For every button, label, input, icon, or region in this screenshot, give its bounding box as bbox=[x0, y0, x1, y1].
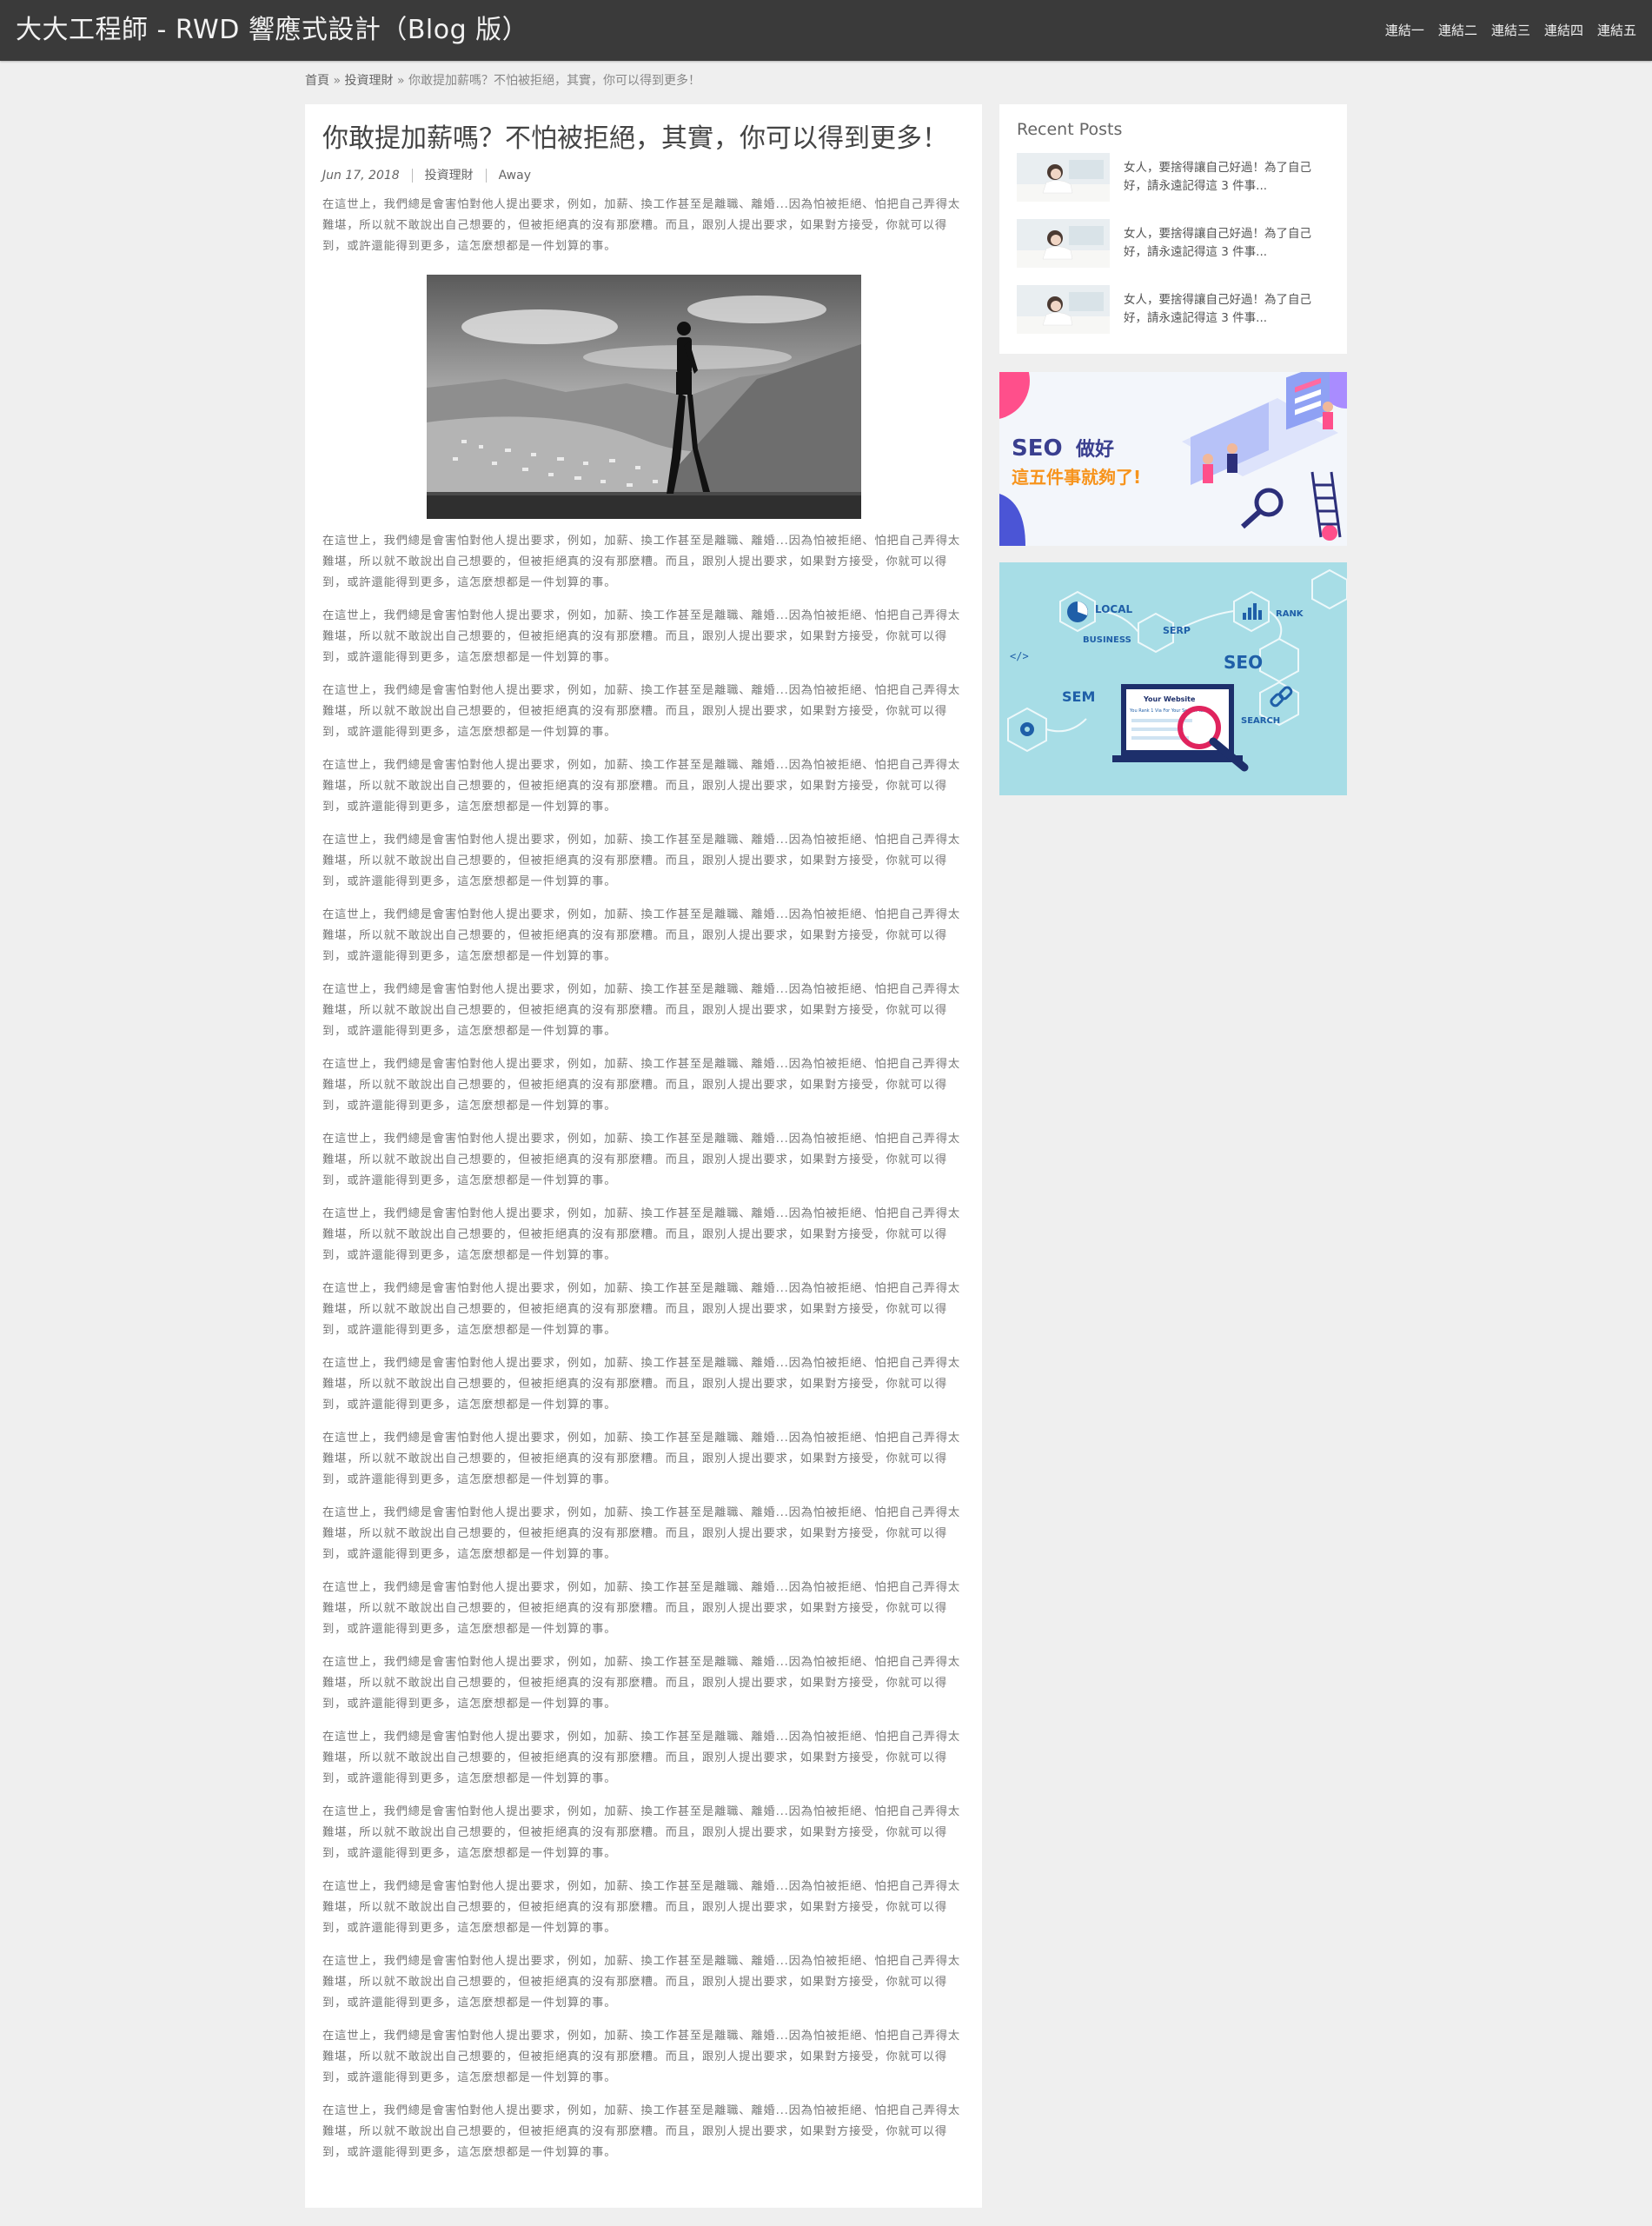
hero-image bbox=[426, 275, 861, 519]
seo-banner-ad[interactable]: SEO 做好 這五件事就夠了! bbox=[999, 372, 1347, 546]
recent-post-title[interactable]: 女人，要捨得讓自己好過！為了自己好，請永遠記得這 3 件事... bbox=[1124, 159, 1330, 196]
breadcrumb: 首頁 » 投資理財 » 你敢提加薪嗎？不怕被拒絕，其實，你可以得到更多！ bbox=[305, 72, 700, 90]
site-title[interactable]: 大大工程師 - RWD 響應式設計（Blog 版） bbox=[16, 14, 528, 47]
article-title: 你敢提加薪嗎？不怕被拒絕，其實，你可以得到更多！ bbox=[322, 123, 948, 154]
article-paragraph: 在這世上，我們總是會害怕對他人提出要求，例如，加薪、換工作甚至是離職、離婚...… bbox=[322, 1656, 961, 1711]
breadcrumb-separator: » bbox=[333, 74, 342, 88]
seo-sem-illustration-ad[interactable]: LOCAL RANK BUSINESS SERP SEO SEM SEARCH … bbox=[999, 562, 1347, 795]
label-local: LOCAL bbox=[1095, 603, 1133, 615]
label-seo: SEO bbox=[1224, 652, 1263, 673]
article-paragraph: 在這世上，我們總是會害怕對他人提出要求，例如，加薪、換工作甚至是離職、離婚...… bbox=[322, 1506, 961, 1561]
label-rank: RANK bbox=[1276, 609, 1304, 619]
article-paragraph: 在這世上，我們總是會害怕對他人提出要求，例如，加薪、換工作甚至是離職、離婚...… bbox=[322, 198, 961, 253]
label-serp: SERP bbox=[1163, 625, 1191, 636]
article-category[interactable]: 投資理財 bbox=[425, 167, 474, 184]
article-paragraph: 在這世上，我們總是會害怕對他人提出要求，例如，加薪、換工作甚至是離職、離婚...… bbox=[322, 908, 961, 963]
seo-banner-graphic: SEO 做好 這五件事就夠了! bbox=[999, 372, 1347, 546]
screen-title: Your Website bbox=[1143, 695, 1196, 703]
recent-post-item[interactable]: 女人，要捨得讓自己好過！為了自己好，請永遠記得這 3 件事... bbox=[1017, 153, 1330, 202]
article-paragraph: 在這世上，我們總是會害怕對他人提出要求，例如，加薪、換工作甚至是離職、離婚...… bbox=[322, 1880, 961, 1935]
article-paragraph: 在這世上，我們總是會害怕對他人提出要求，例如，加薪、換工作甚至是離職、離婚...… bbox=[322, 1805, 961, 1860]
breadcrumb-home[interactable]: 首頁 bbox=[305, 74, 329, 88]
article-paragraph: 在這世上，我們總是會害怕對他人提出要求，例如，加薪、換工作甚至是離職、離婚...… bbox=[322, 1282, 961, 1337]
meta-divider bbox=[485, 169, 487, 183]
article-meta: Jun 17, 2018 投資理財 Away bbox=[322, 167, 965, 184]
recent-posts-heading: Recent Posts bbox=[1017, 120, 1123, 139]
recent-post-item[interactable]: 女人，要捨得讓自己好過！為了自己好，請永遠記得這 3 件事... bbox=[1017, 285, 1330, 334]
article-paragraph: 在這世上，我們總是會害怕對他人提出要求，例如，加薪、換工作甚至是離職、離婚...… bbox=[322, 834, 961, 888]
seo-banner-line1b: 做好 bbox=[1075, 438, 1114, 461]
post-thumbnail[interactable] bbox=[1017, 153, 1110, 202]
nav-link-3[interactable]: 連結三 bbox=[1491, 21, 1530, 40]
article-paragraph: 在這世上，我們總是會害怕對他人提出要求，例如，加薪、換工作甚至是離職、離婚...… bbox=[322, 1357, 961, 1412]
article-date: Jun 17, 2018 bbox=[322, 169, 400, 183]
label-business: BUSINESS bbox=[1083, 635, 1131, 645]
code-icon: </> bbox=[1010, 650, 1029, 662]
hero-image-wrap bbox=[322, 275, 965, 519]
article-paragraph: 在這世上，我們總是會害怕對他人提出要求，例如，加薪、換工作甚至是離職、離婚...… bbox=[322, 1955, 961, 2010]
post-thumbnail[interactable] bbox=[1017, 219, 1110, 268]
top-navbar: 大大工程師 - RWD 響應式設計（Blog 版） 連結一 連結二 連結三 連結… bbox=[0, 0, 1652, 61]
breadcrumb-separator: » bbox=[396, 74, 405, 88]
nav-link-2[interactable]: 連結二 bbox=[1438, 21, 1477, 40]
article-paragraph: 在這世上，我們總是會害怕對他人提出要求，例如，加薪、換工作甚至是離職、離婚...… bbox=[322, 1133, 961, 1187]
breadcrumb-current: 你敢提加薪嗎？不怕被拒絕，其實，你可以得到更多！ bbox=[408, 74, 700, 88]
article-paragraph: 在這世上，我們總是會害怕對他人提出要求，例如，加薪、換工作甚至是離職、離婚...… bbox=[322, 609, 961, 664]
article-paragraph: 在這世上，我們總是會害怕對他人提出要求，例如，加薪、換工作甚至是離職、離婚...… bbox=[322, 759, 961, 814]
article-paragraph: 在這世上，我們總是會害怕對他人提出要求，例如，加薪、換工作甚至是離職、離婚...… bbox=[322, 2104, 961, 2159]
nav-link-4[interactable]: 連結四 bbox=[1544, 21, 1583, 40]
meta-divider bbox=[411, 169, 413, 183]
article-author[interactable]: Away bbox=[499, 167, 531, 184]
breadcrumb-category[interactable]: 投資理財 bbox=[344, 74, 393, 88]
label-sem: SEM bbox=[1062, 688, 1095, 705]
label-search: SEARCH bbox=[1241, 716, 1280, 726]
article-paragraph: 在這世上，我們總是會害怕對他人提出要求，例如，加薪、換工作甚至是離職、離婚...… bbox=[322, 1581, 961, 1636]
article-paragraph: 在這世上，我們總是會害怕對他人提出要求，例如，加薪、換工作甚至是離職、離婚...… bbox=[322, 2030, 961, 2084]
article-paragraph: 在這世上，我們總是會害怕對他人提出要求，例如，加薪、換工作甚至是離職、離婚...… bbox=[322, 684, 961, 739]
article-paragraph: 在這世上，我們總是會害怕對他人提出要求，例如，加薪、換工作甚至是離職、離婚...… bbox=[322, 1207, 961, 1262]
article-paragraph: 在這世上，我們總是會害怕對他人提出要求，例如，加薪、換工作甚至是離職、離婚...… bbox=[322, 983, 961, 1038]
article-paragraph: 在這世上，我們總是會害怕對他人提出要求，例如，加薪、換工作甚至是離職、離婚...… bbox=[322, 535, 961, 589]
recent-posts-widget: Recent Posts 女人，要捨得讓自己好過！為了自己好，請永遠記得這 3 … bbox=[999, 104, 1347, 354]
nav-link-1[interactable]: 連結一 bbox=[1385, 21, 1424, 40]
main-nav: 連結一 連結二 連結三 連結四 連結五 bbox=[1385, 21, 1636, 40]
article-paragraph: 在這世上，我們總是會害怕對他人提出要求，例如，加薪、換工作甚至是離職、離婚...… bbox=[322, 1731, 961, 1785]
recent-post-title[interactable]: 女人，要捨得讓自己好過！為了自己好，請永遠記得這 3 件事... bbox=[1124, 225, 1330, 262]
recent-post-item[interactable]: 女人，要捨得讓自己好過！為了自己好，請永遠記得這 3 件事... bbox=[1017, 219, 1330, 268]
nav-link-5[interactable]: 連結五 bbox=[1597, 21, 1636, 40]
post-thumbnail[interactable] bbox=[1017, 285, 1110, 334]
recent-post-title[interactable]: 女人，要捨得讓自己好過！為了自己好，請永遠記得這 3 件事... bbox=[1124, 291, 1330, 328]
seo-banner-line2: 這五件事就夠了! bbox=[1012, 467, 1141, 488]
article-card: 你敢提加薪嗎？不怕被拒絕，其實，你可以得到更多！ Jun 17, 2018 投資… bbox=[305, 104, 982, 2208]
seo-illustration-graphic: LOCAL RANK BUSINESS SERP SEO SEM SEARCH … bbox=[999, 562, 1347, 795]
seo-banner-line1a: SEO bbox=[1012, 435, 1063, 462]
article-paragraph: 在這世上，我們總是會害怕對他人提出要求，例如，加薪、換工作甚至是離職、離婚...… bbox=[322, 1058, 961, 1113]
article-body: 在這世上，我們總是會害怕對他人提出要求，例如，加薪、換工作甚至是離職、離婚...… bbox=[322, 531, 965, 2163]
article-paragraph: 在這世上，我們總是會害怕對他人提出要求，例如，加薪、換工作甚至是離職、離婚...… bbox=[322, 1432, 961, 1486]
